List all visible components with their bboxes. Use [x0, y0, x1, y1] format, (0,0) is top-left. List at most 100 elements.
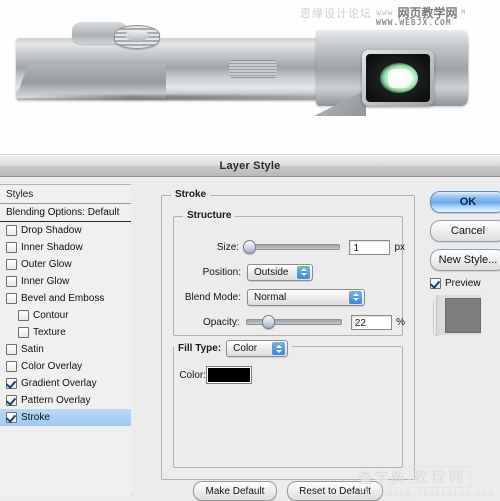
- sidebar-item-label: Color Overlay: [21, 361, 83, 372]
- sidebar-item-gradient-overlay[interactable]: Gradient Overlay: [0, 375, 131, 392]
- sidebar-item-satin[interactable]: Satin: [0, 341, 131, 358]
- chevron-updown-icon: [272, 342, 286, 355]
- preview-label: Preview: [445, 278, 481, 289]
- checkbox-gradient-overlay[interactable]: [6, 378, 17, 389]
- ok-button[interactable]: OK: [430, 191, 500, 213]
- camera-lens: [362, 50, 434, 106]
- chevron-updown-icon: [349, 290, 362, 304]
- sidebar-item-contour[interactable]: Contour: [0, 307, 131, 324]
- opacity-input[interactable]: 22: [350, 314, 393, 330]
- camera-speaker-grille-icon: [228, 60, 278, 78]
- blend-mode-value: Normal: [254, 291, 287, 303]
- sidebar-item-blending-options[interactable]: Blending Options: Default: [0, 204, 131, 222]
- checkbox-contour[interactable]: [18, 310, 29, 321]
- thumbnail-frame: [436, 295, 481, 335]
- sidebar-item-color-overlay[interactable]: Color Overlay: [0, 358, 131, 375]
- fill-type-value: Color: [233, 343, 258, 354]
- size-unit-label: px: [394, 241, 405, 253]
- stroke-group: Stroke Structure Size: 1 px Position: Ou…: [161, 189, 415, 480]
- sidebar-item-outer-glow[interactable]: Outer Glow: [0, 256, 131, 273]
- camera-lens-inner: [366, 54, 430, 102]
- make-default-button[interactable]: Make Default: [193, 481, 277, 501]
- blending-options-label: Blending Options: Default: [6, 207, 120, 218]
- position-value: Outside: [254, 266, 289, 278]
- checkbox-pattern-overlay[interactable]: [6, 395, 17, 406]
- checkbox-inner-glow[interactable]: [6, 276, 17, 287]
- sidebar-item-texture[interactable]: Texture: [0, 324, 131, 341]
- sidebar-item-drop-shadow[interactable]: Drop Shadow: [0, 222, 131, 239]
- watermark-www-prefix: www: [376, 8, 394, 17]
- sidebar-item-bevel-and-emboss[interactable]: Bevel and Emboss: [0, 290, 131, 307]
- sidebar-item-stroke[interactable]: Stroke: [0, 409, 131, 426]
- sidebar-item-label: Contour: [33, 310, 69, 321]
- cancel-button[interactable]: Cancel: [430, 220, 500, 242]
- sidebar-item-inner-shadow[interactable]: Inner Shadow: [0, 239, 131, 256]
- size-slider-thumb[interactable]: [242, 240, 256, 254]
- preview-checkbox[interactable]: [430, 278, 441, 289]
- blend-mode-label: Blend Mode:: [184, 291, 241, 303]
- style-effects-list: Drop Shadow Inner Shadow Outer Glow Inner G…: [0, 222, 131, 426]
- sidebar-item-label: Stroke: [21, 412, 50, 423]
- fill-type-group: Fill Type: Color Color:: [173, 340, 403, 468]
- checkbox-satin[interactable]: [6, 344, 17, 355]
- checkbox-drop-shadow[interactable]: [6, 225, 17, 236]
- checkbox-bevel-and-emboss[interactable]: [6, 293, 17, 304]
- sidebar-item-label: Drop Shadow: [21, 225, 82, 236]
- sidebar-item-label: Pattern Overlay: [21, 395, 91, 406]
- chevron-updown-icon: [297, 265, 310, 279]
- camera-lens-highlight: [388, 69, 410, 88]
- stroke-settings-panel: Stroke Structure Size: 1 px Position: Ou…: [131, 184, 422, 501]
- sidebar-item-label: Outer Glow: [21, 259, 72, 270]
- opacity-unit-label: %: [396, 316, 405, 328]
- size-label: Size:: [216, 241, 240, 253]
- dialog-body: Styles Blending Options: Default Drop Sh…: [0, 177, 500, 501]
- opacity-label: Opacity:: [202, 316, 240, 328]
- fill-type-dropdown[interactable]: Color: [226, 340, 289, 357]
- watermark-forum-name: 思缘设计论坛: [300, 6, 372, 20]
- sidebar-item-label: Inner Shadow: [21, 242, 83, 253]
- sidebar-item-label: Gradient Overlay: [21, 378, 97, 389]
- sidebar-item-label: Bevel and Emboss: [21, 293, 105, 304]
- sidebar-item-label: Satin: [21, 344, 44, 355]
- preview-toggle-row[interactable]: Preview: [430, 278, 500, 289]
- watermark-suffix: M: [461, 9, 466, 16]
- opacity-slider-thumb[interactable]: [262, 315, 276, 329]
- position-dropdown[interactable]: Outside: [247, 263, 313, 281]
- checkbox-texture[interactable]: [18, 327, 29, 338]
- fill-type-legend-wrap: Fill Type: Color: [174, 340, 293, 357]
- screenshot-root: 思缘设计论坛 www 网页教学网 M WWW.WEBJX.COM Layer S…: [0, 0, 500, 501]
- sidebar-item-label: Inner Glow: [21, 276, 70, 287]
- dialog-title: Layer Style: [219, 160, 281, 172]
- position-label: Position:: [202, 266, 241, 278]
- style-preview-thumbnail: [430, 295, 481, 341]
- layer-style-dialog: Layer Style Styles Blending Options: Def…: [0, 155, 500, 501]
- checkbox-stroke[interactable]: [6, 412, 17, 423]
- styles-sidebar: Styles Blending Options: Default Drop Sh…: [0, 184, 132, 495]
- size-input[interactable]: 1: [349, 239, 391, 255]
- size-slider[interactable]: [242, 240, 341, 254]
- dialog-actions: OK Cancel New Style... Preview: [430, 191, 500, 341]
- checkbox-color-overlay[interactable]: [6, 361, 17, 372]
- reset-to-default-button[interactable]: Reset to Default: [287, 481, 383, 501]
- dialog-titlebar[interactable]: Layer Style: [0, 155, 500, 177]
- camera-body-shadow: [26, 95, 326, 100]
- styles-header[interactable]: Styles: [0, 185, 131, 204]
- color-swatch[interactable]: [206, 366, 252, 384]
- structure-group-legend: Structure: [183, 210, 236, 221]
- stroke-group-legend: Stroke: [171, 189, 211, 200]
- fill-type-label: Fill Type:: [178, 343, 222, 354]
- structure-group: Structure Size: 1 px Position: Outside B…: [173, 210, 405, 336]
- sidebar-item-pattern-overlay[interactable]: Pattern Overlay: [0, 392, 131, 409]
- watermark-top-url: WWW.WEBJX.COM: [376, 18, 452, 27]
- sidebar-item-inner-glow[interactable]: Inner Glow: [0, 273, 131, 290]
- sidebar-item-label: Texture: [33, 327, 66, 338]
- blend-mode-dropdown[interactable]: Normal: [247, 288, 365, 306]
- styles-header-label: Styles: [6, 188, 34, 200]
- thumbnail-pattern: [445, 298, 481, 333]
- checkbox-outer-glow[interactable]: [6, 259, 17, 270]
- checkbox-inner-shadow[interactable]: [6, 242, 17, 253]
- tutorial-photo-area: 思缘设计论坛 www 网页教学网 M WWW.WEBJX.COM: [0, 0, 500, 155]
- color-label: Color:: [179, 369, 206, 381]
- opacity-slider[interactable]: [245, 315, 342, 329]
- new-style-button[interactable]: New Style...: [430, 249, 500, 271]
